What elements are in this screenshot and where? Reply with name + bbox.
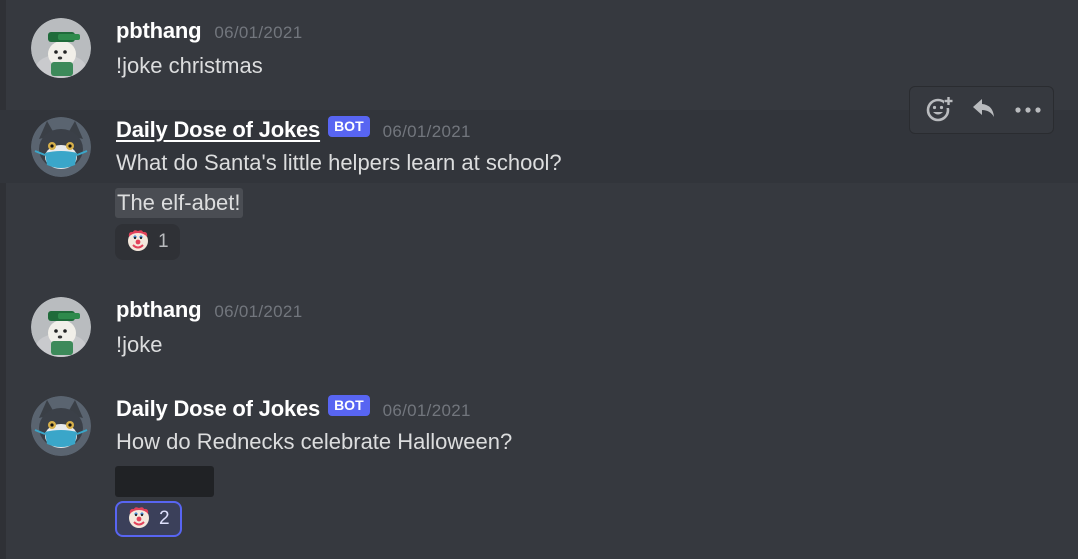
reaction-button[interactable]: 2 [115, 501, 182, 537]
add-reaction-icon [926, 94, 954, 127]
username[interactable]: pbthang [116, 18, 202, 44]
message-header: Daily Dose of Jokes BOT 06/01/2021 [116, 395, 471, 426]
reaction-count: 2 [159, 508, 170, 529]
avatar[interactable] [31, 396, 91, 456]
more-options-icon [1015, 101, 1041, 119]
timestamp[interactable]: 06/01/2021 [383, 122, 471, 142]
reply-icon [971, 95, 997, 126]
avatar[interactable] [31, 297, 91, 357]
message-header: Daily Dose of Jokes BOT 06/01/2021 [116, 116, 471, 147]
more-options-button[interactable] [1006, 90, 1050, 130]
reply-button[interactable] [962, 90, 1006, 130]
reaction-count: 1 [158, 231, 169, 252]
timestamp[interactable]: 06/01/2021 [214, 23, 302, 43]
message-content: What do Santa's little helpers learn at … [116, 150, 562, 175]
timestamp[interactable]: 06/01/2021 [214, 302, 302, 322]
avatar[interactable] [31, 18, 91, 78]
username[interactable]: Daily Dose of Jokes [116, 396, 320, 422]
message-content: How do Rednecks celebrate Halloween? [116, 429, 513, 454]
username[interactable]: Daily Dose of Jokes [116, 117, 320, 143]
add-reaction-button[interactable] [918, 90, 962, 130]
hidden-spoiler[interactable] [115, 466, 214, 497]
bot-tag: BOT [328, 116, 370, 137]
message-header: pbthang 06/01/2021 [116, 297, 302, 327]
message-3: pbthang 06/01/2021 !joke [0, 285, 1078, 380]
avatar[interactable] [31, 117, 91, 177]
reaction-button[interactable]: 1 [115, 224, 180, 260]
bot-tag: BOT [328, 395, 370, 416]
clown-face-icon [126, 228, 150, 257]
timestamp[interactable]: 06/01/2021 [383, 401, 471, 421]
message-header: pbthang 06/01/2021 [116, 18, 302, 48]
message-4: Daily Dose of Jokes BOT 06/01/2021 How d… [0, 380, 1078, 559]
username[interactable]: pbthang [116, 297, 202, 323]
spoiler-text[interactable]: The elf-abet! [115, 188, 243, 218]
message-content: !joke [116, 332, 163, 357]
message-content: !joke christmas [116, 53, 263, 78]
clown-face-icon [127, 505, 151, 534]
message-action-toolbar [909, 86, 1054, 134]
message-2: Daily Dose of Jokes BOT 06/01/2021 What … [0, 110, 1078, 270]
